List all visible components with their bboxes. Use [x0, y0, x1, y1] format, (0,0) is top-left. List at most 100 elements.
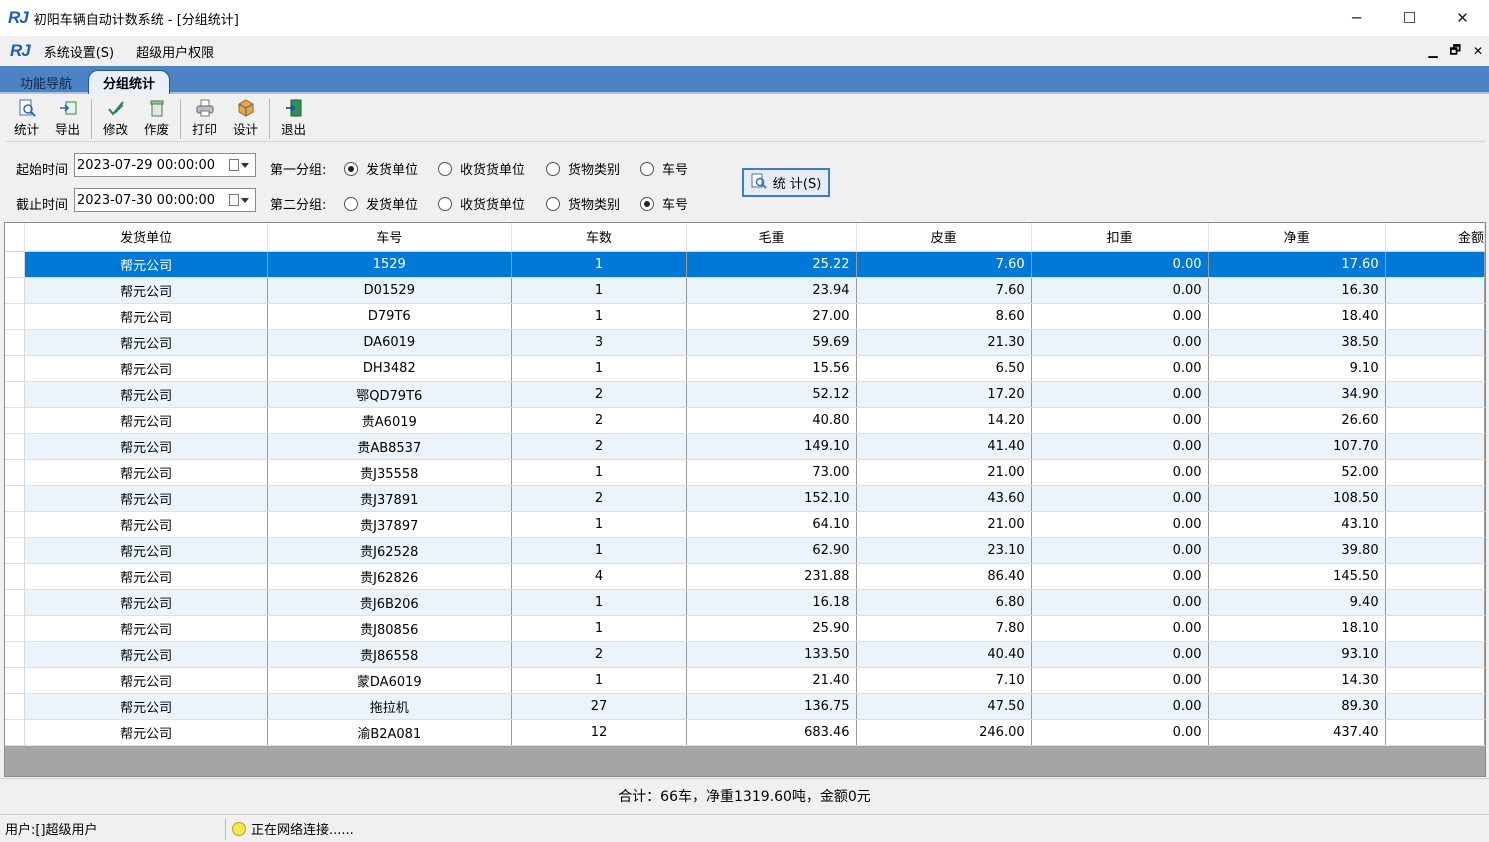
table-cell[interactable]: 贵J62528: [267, 537, 512, 564]
table-row[interactable]: 帮元公司 贵J37891 2 152.10 43.60 0.00 108.50: [5, 485, 1485, 512]
table-cell[interactable]: 34.90: [1208, 381, 1386, 408]
table-cell[interactable]: 14.30: [1208, 667, 1386, 694]
table-cell[interactable]: [1385, 277, 1485, 304]
table-row[interactable]: 帮元公司 鄂QD79T6 2 52.12 17.20 0.00 34.90: [5, 381, 1485, 408]
group1-radio-plate[interactable]: 车号: [640, 159, 688, 178]
table-cell[interactable]: [1385, 355, 1485, 382]
design-button[interactable]: 设计: [225, 99, 266, 138]
table-cell[interactable]: [1385, 537, 1485, 564]
row-indicator[interactable]: [5, 537, 26, 564]
row-indicator[interactable]: [5, 511, 26, 538]
mdi-close-icon[interactable]: ✕: [1473, 44, 1483, 58]
column-header[interactable]: 扣重: [1031, 223, 1209, 252]
table-cell[interactable]: 43.10: [1208, 511, 1386, 538]
column-header[interactable]: 发货单位: [24, 223, 268, 252]
export-button[interactable]: 导出: [47, 99, 88, 138]
table-cell[interactable]: 107.70: [1208, 433, 1386, 460]
table-cell[interactable]: 帮元公司: [24, 589, 268, 616]
table-cell[interactable]: 38.50: [1208, 329, 1386, 356]
table-cell[interactable]: 12: [511, 719, 688, 746]
table-cell[interactable]: [1385, 615, 1485, 642]
table-cell[interactable]: D79T6: [267, 303, 512, 330]
table-cell[interactable]: 15.56: [686, 355, 857, 382]
table-cell[interactable]: 鄂QD79T6: [267, 381, 512, 408]
table-cell[interactable]: 27.00: [686, 303, 857, 330]
row-indicator[interactable]: [5, 303, 26, 330]
table-cell[interactable]: 59.69: [686, 329, 857, 356]
table-cell[interactable]: 0.00: [1031, 563, 1209, 590]
table-cell[interactable]: [1385, 251, 1485, 278]
table-cell[interactable]: 7.60: [856, 277, 1032, 304]
table-cell[interactable]: 152.10: [686, 485, 857, 512]
table-cell[interactable]: 0.00: [1031, 381, 1209, 408]
table-row[interactable]: 帮元公司 D01529 1 23.94 7.60 0.00 16.30: [5, 277, 1485, 304]
group2-radio-plate[interactable]: 车号: [640, 194, 688, 213]
table-row[interactable]: 帮元公司 渝B2A081 12 683.46 246.00 0.00 437.40: [5, 719, 1485, 746]
table-cell[interactable]: 21.00: [856, 511, 1032, 538]
column-header[interactable]: 车号: [267, 223, 512, 252]
mdi-restore-icon[interactable]: 🗗: [1450, 41, 1461, 62]
table-cell[interactable]: 437.40: [1208, 719, 1386, 746]
table-cell[interactable]: 25.22: [686, 251, 857, 278]
void-button[interactable]: 作废: [136, 99, 177, 138]
table-cell[interactable]: 6.50: [856, 355, 1032, 382]
column-header[interactable]: 车数: [511, 223, 688, 252]
table-cell[interactable]: 帮元公司: [24, 251, 268, 278]
table-cell[interactable]: 1: [511, 355, 688, 382]
table-cell[interactable]: 贵A6019: [267, 407, 512, 434]
table-cell[interactable]: [1385, 329, 1485, 356]
row-indicator[interactable]: [5, 693, 26, 720]
table-cell[interactable]: 26.60: [1208, 407, 1386, 434]
table-cell[interactable]: 683.46: [686, 719, 857, 746]
table-cell[interactable]: 1: [511, 251, 688, 278]
table-cell[interactable]: 贵J35558: [267, 459, 512, 486]
table-cell[interactable]: 18.40: [1208, 303, 1386, 330]
table-cell[interactable]: 1: [511, 511, 688, 538]
table-cell[interactable]: 2: [511, 381, 688, 408]
row-indicator[interactable]: [5, 667, 26, 694]
table-cell[interactable]: [1385, 511, 1485, 538]
table-cell[interactable]: 1: [511, 615, 688, 642]
table-cell[interactable]: 133.50: [686, 641, 857, 668]
table-cell[interactable]: 贵J80856: [267, 615, 512, 642]
table-cell[interactable]: 2: [511, 407, 688, 434]
table-cell[interactable]: 0.00: [1031, 615, 1209, 642]
table-cell[interactable]: D01529: [267, 277, 512, 304]
table-row[interactable]: 帮元公司 贵J62826 4 231.88 86.40 0.00 145.50: [5, 563, 1485, 590]
table-cell[interactable]: 1: [511, 589, 688, 616]
table-cell[interactable]: 3: [511, 329, 688, 356]
table-cell[interactable]: 17.60: [1208, 251, 1386, 278]
table-cell[interactable]: DA6019: [267, 329, 512, 356]
table-cell[interactable]: 贵AB8537: [267, 433, 512, 460]
table-cell[interactable]: 拖拉机: [267, 693, 512, 720]
row-indicator[interactable]: [5, 485, 26, 512]
table-cell[interactable]: DH3482: [267, 355, 512, 382]
table-cell[interactable]: 86.40: [856, 563, 1032, 590]
table-cell[interactable]: [1385, 563, 1485, 590]
table-cell[interactable]: 0.00: [1031, 537, 1209, 564]
stats-button[interactable]: 统计: [6, 99, 47, 138]
table-row[interactable]: 帮元公司 贵J37897 1 64.10 21.00 0.00 43.10: [5, 511, 1485, 538]
table-cell[interactable]: 0.00: [1031, 277, 1209, 304]
table-row[interactable]: 帮元公司 贵AB8537 2 149.10 41.40 0.00 107.70: [5, 433, 1485, 460]
table-cell[interactable]: 帮元公司: [24, 329, 268, 356]
tab-group-stats[interactable]: 分组统计: [88, 70, 171, 94]
table-cell[interactable]: 4: [511, 563, 688, 590]
table-cell[interactable]: 21.30: [856, 329, 1032, 356]
table-cell[interactable]: [1385, 433, 1485, 460]
table-row[interactable]: 帮元公司 拖拉机 27 136.75 47.50 0.00 89.30: [5, 693, 1485, 720]
menu-system-settings[interactable]: 系统设置(S): [44, 42, 114, 61]
table-cell[interactable]: 9.40: [1208, 589, 1386, 616]
row-indicator[interactable]: [5, 641, 26, 668]
minimize-button[interactable]: ─: [1330, 0, 1383, 36]
group1-radio-category[interactable]: 货物类别: [546, 159, 620, 178]
table-row[interactable]: 帮元公司 蒙DA6019 1 21.40 7.10 0.00 14.30: [5, 667, 1485, 694]
row-indicator[interactable]: [5, 563, 26, 590]
maximize-button[interactable]: ☐: [1383, 0, 1436, 36]
row-indicator[interactable]: [5, 719, 26, 746]
table-cell[interactable]: 贵J37897: [267, 511, 512, 538]
table-cell[interactable]: 贵J37891: [267, 485, 512, 512]
table-cell[interactable]: 帮元公司: [24, 485, 268, 512]
table-cell[interactable]: 89.30: [1208, 693, 1386, 720]
table-cell[interactable]: 16.18: [686, 589, 857, 616]
